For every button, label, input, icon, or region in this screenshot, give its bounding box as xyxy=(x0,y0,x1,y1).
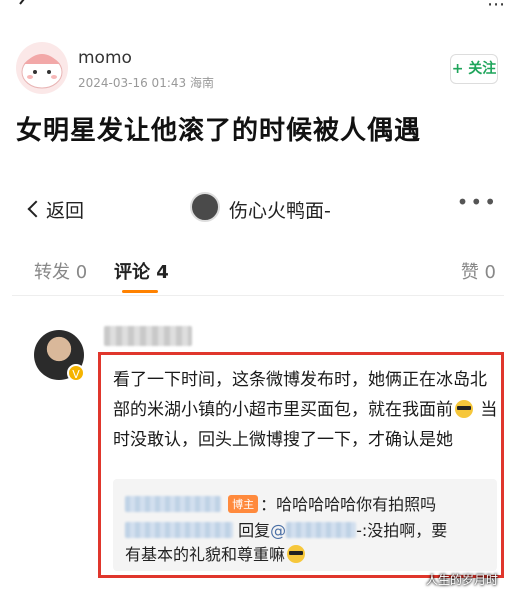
post-location: 海南 xyxy=(189,76,214,90)
inner-title: 伤心火鸭面- xyxy=(229,200,331,222)
chevron-left-icon xyxy=(27,200,45,218)
reply-prefix: 回复 xyxy=(238,521,271,540)
highlight-box: 看了一下时间，这条微博发布时，她俩正在冰岛北部的米湖小镇的小超市里买面包，就在我… xyxy=(98,352,504,578)
comment-text-part1: 看了一下时间，这条微博发布时，她俩正在冰岛北部的米湖小镇的小超市里买面包，就在我… xyxy=(113,370,487,420)
reply-thread[interactable]: 博主 ：哈哈哈哈哈你有拍照吗 回复@ -:没拍啊，要 有基本的礼貌和尊重嘛 xyxy=(113,479,497,571)
post-timestamp: 2024-03-16 01:43 xyxy=(78,76,187,90)
reply-mention[interactable]: @ xyxy=(270,521,357,540)
reply-item-1: 博主 ：哈哈哈哈哈你有拍照吗 xyxy=(125,491,436,515)
embedded-screenshot: 返回 伤心火鸭面- ••• 转发 0 评论 4 赞 0 V 看了一下时间，这条微… xyxy=(12,178,504,600)
top-bar: ⋯ xyxy=(0,0,512,28)
verified-badge-icon: V xyxy=(67,364,85,382)
post-meta: 2024-03-16 01:43 海南 xyxy=(78,74,214,91)
top-more-icon[interactable]: ⋯ xyxy=(487,0,506,15)
back-icon[interactable] xyxy=(12,0,36,16)
blurred-username xyxy=(104,326,192,346)
blurred-username xyxy=(125,496,221,512)
post-title: 女明星发让他滚了的时候被人偶遇 xyxy=(16,116,422,146)
tab-like[interactable]: 赞 0 xyxy=(461,258,496,284)
inner-more-icon[interactable]: ••• xyxy=(457,190,498,214)
tab-comment[interactable]: 评论 4 xyxy=(114,258,169,284)
username[interactable]: momo xyxy=(78,48,132,68)
owner-badge: 博主 xyxy=(228,495,259,513)
comment-text: 看了一下时间，这条微博发布时，她俩正在冰岛北部的米湖小镇的小超市里买面包，就在我… xyxy=(113,365,498,455)
sunglasses-emoji-icon xyxy=(455,400,473,418)
reply-item-2: 回复@ -:没拍啊，要 xyxy=(125,517,447,541)
avatar-cat-icon xyxy=(21,54,63,89)
tab-active-indicator xyxy=(122,290,158,293)
reply-text-1: ：哈哈哈哈哈你有拍照吗 xyxy=(260,495,437,514)
reply-text-2b: 有基本的礼貌和尊重嘛 xyxy=(125,545,286,564)
inner-nav-bar: 返回 伤心火鸭面- ••• xyxy=(12,186,504,230)
mention-at: @ xyxy=(270,521,287,540)
reply-item-2-cont: 有基本的礼貌和尊重嘛 xyxy=(125,541,307,565)
watermark: 人生的岁月时 xyxy=(425,573,498,587)
avatar[interactable] xyxy=(16,42,68,94)
post-header: momo 2024-03-16 01:43 海南 + 关注 xyxy=(0,38,512,98)
blurred-username xyxy=(125,522,233,538)
inner-back-label: 返回 xyxy=(46,200,85,222)
follow-button[interactable]: + 关注 xyxy=(450,54,498,84)
sunglasses-emoji-icon xyxy=(287,545,306,563)
inner-avatar[interactable] xyxy=(190,192,220,222)
blurred-mention xyxy=(286,522,357,538)
tab-repost[interactable]: 转发 0 xyxy=(34,258,87,284)
reply-text-2a: -:没拍啊，要 xyxy=(356,521,448,540)
tab-bar: 转发 0 评论 4 赞 0 xyxy=(12,246,504,296)
inner-back-button[interactable]: 返回 xyxy=(27,196,85,223)
